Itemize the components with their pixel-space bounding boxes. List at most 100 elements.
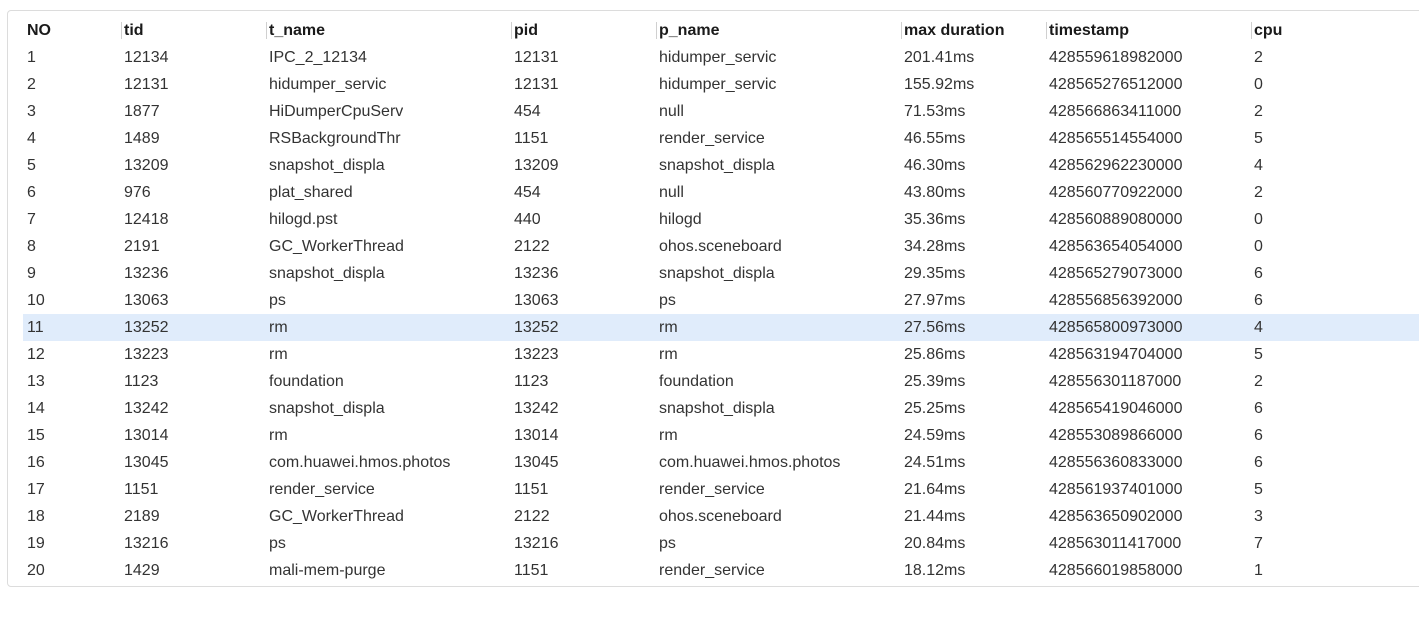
column-header-pid[interactable]: pid (511, 22, 538, 39)
cell-timestamp: 428560889080000 (1049, 211, 1183, 228)
cell-max-duration: 155.92ms (904, 76, 975, 93)
table-row[interactable]: 1 12134 IPC_2_12134 12131 hidumper_servic 201… (23, 44, 1419, 71)
table-row[interactable]: 6 976 plat_shared 454 null 43.80ms 42856077092… (23, 179, 1419, 206)
cell-p-name: ps (659, 292, 676, 309)
cell-p-name: null (659, 103, 684, 120)
cell-timestamp: 428556856392000 (1049, 292, 1183, 309)
results-panel: NO tid t_name pid p_name max duration ti… (7, 10, 1419, 587)
cell-t-name: render_service (269, 481, 375, 498)
cell-max-duration: 21.44ms (904, 508, 966, 525)
cell-t-name: snapshot_displa (269, 265, 385, 282)
cell-timestamp: 428565279073000 (1049, 265, 1183, 282)
table-row[interactable]: 17 1151 render_service 1151 render_service 21… (23, 476, 1419, 503)
cell-cpu: 2 (1254, 49, 1263, 66)
table-row[interactable]: 16 13045 com.huawei.hmos.photos 13045 com.hu… (23, 449, 1419, 476)
table-row[interactable]: 2 12131 hidumper_servic 12131 hidumper_servi… (23, 71, 1419, 98)
table-row[interactable]: 4 1489 RSBackgroundThr 1151 render_service 46… (23, 125, 1419, 152)
cell-t-name: mali-mem-purge (269, 562, 386, 579)
cell-tid: 12418 (124, 211, 169, 228)
cell-pid: 13236 (514, 265, 559, 282)
cell-no: 7 (27, 211, 36, 228)
table-row[interactable]: 20 1429 mali-mem-purge 1151 render_service 18… (23, 557, 1419, 584)
cell-cpu: 6 (1254, 292, 1263, 309)
cell-no: 14 (27, 400, 45, 417)
cell-timestamp: 428565800973000 (1049, 319, 1183, 336)
cell-tid: 1151 (124, 481, 159, 498)
table-row[interactable]: 12 13223 rm 13223 rm 25.86ms 428563194704000 5 (23, 341, 1419, 368)
cell-p-name: rm (659, 427, 678, 444)
cell-max-duration: 20.84ms (904, 535, 966, 552)
cell-t-name: rm (269, 346, 288, 363)
column-header-cpu[interactable]: cpu (1251, 22, 1282, 39)
cell-no: 2 (27, 76, 36, 93)
table-row[interactable]: 13 1123 foundation 1123 foundation 25.39ms 428… (23, 368, 1419, 395)
cell-timestamp: 428562962230000 (1049, 157, 1183, 174)
cell-no: 12 (27, 346, 45, 363)
cell-tid: 13242 (124, 400, 169, 417)
cell-pid: 12131 (514, 49, 559, 66)
cell-pid: 13242 (514, 400, 559, 417)
cell-timestamp: 428563654054000 (1049, 238, 1183, 255)
cell-pid: 454 (514, 184, 541, 201)
cell-cpu: 0 (1254, 76, 1263, 93)
table-row[interactable]: 19 13216 ps 13216 ps 20.84ms 428563011417000 7 (23, 530, 1419, 557)
table-row[interactable]: 15 13014 rm 13014 rm 24.59ms 428553089866000 6 (23, 422, 1419, 449)
table-header-row: NO tid t_name pid p_name max duration ti… (23, 17, 1419, 44)
cell-cpu: 2 (1254, 184, 1263, 201)
table-row[interactable]: 7 12418 hilogd.pst 440 hilogd 35.36ms 42856088… (23, 206, 1419, 233)
cell-no: 11 (27, 319, 44, 336)
table-row[interactable]: 5 13209 snapshot_displa 13209 snapshot_displ… (23, 152, 1419, 179)
column-header-max-duration[interactable]: max duration (901, 22, 1004, 39)
table-row[interactable]: 10 13063 ps 13063 ps 27.97ms 428556856392000 6 (23, 287, 1419, 314)
table-row[interactable]: 9 13236 snapshot_displa 13236 snapshot_displ… (23, 260, 1419, 287)
cell-max-duration: 24.59ms (904, 427, 966, 444)
table-row[interactable]: 3 1877 HiDumperCpuServ 454 null 71.53ms 428566… (23, 98, 1419, 125)
cell-tid: 13209 (124, 157, 169, 174)
cell-cpu: 6 (1254, 427, 1263, 444)
cell-max-duration: 34.28ms (904, 238, 966, 255)
table-row[interactable]: 11 13252 rm 13252 rm 27.56ms 428565800973000 4 (23, 314, 1419, 341)
table-row[interactable]: 8 2191 GC_WorkerThread 2122 ohos.sceneboard 3… (23, 233, 1419, 260)
cell-p-name: rm (659, 319, 678, 336)
cell-timestamp: 428566019858000 (1049, 562, 1183, 579)
cell-max-duration: 24.51ms (904, 454, 966, 471)
cell-cpu: 5 (1254, 346, 1263, 363)
cell-timestamp: 428565276512000 (1049, 76, 1183, 93)
column-header-p-name[interactable]: p_name (656, 22, 719, 39)
cell-t-name: foundation (269, 373, 344, 390)
cell-p-name: ps (659, 535, 676, 552)
cell-timestamp: 428563650902000 (1049, 508, 1183, 525)
cell-t-name: hilogd.pst (269, 211, 338, 228)
cell-cpu: 2 (1254, 373, 1263, 390)
cell-no: 20 (27, 562, 45, 579)
cell-max-duration: 25.25ms (904, 400, 966, 417)
cell-tid: 976 (124, 184, 151, 201)
cell-max-duration: 71.53ms (904, 103, 966, 120)
cell-tid: 12134 (124, 49, 169, 66)
cell-p-name: com.huawei.hmos.photos (659, 454, 841, 471)
cell-pid: 2122 (514, 508, 550, 525)
table-row[interactable]: 18 2189 GC_WorkerThread 2122 ohos.sceneboard… (23, 503, 1419, 530)
column-header-t-name[interactable]: t_name (266, 22, 325, 39)
column-header-no[interactable]: NO (27, 17, 51, 44)
cell-max-duration: 46.55ms (904, 130, 966, 147)
column-header-tid[interactable]: tid (121, 22, 144, 39)
cell-max-duration: 27.56ms (904, 319, 966, 336)
cell-no: 4 (27, 130, 36, 147)
cell-pid: 13252 (514, 319, 559, 336)
cell-cpu: 5 (1254, 481, 1263, 498)
cell-pid: 13209 (514, 157, 559, 174)
column-header-timestamp[interactable]: timestamp (1046, 22, 1129, 39)
cell-p-name: render_service (659, 481, 765, 498)
cell-t-name: snapshot_displa (269, 400, 385, 417)
cell-timestamp: 428556301187000 (1049, 373, 1182, 390)
cell-cpu: 6 (1254, 454, 1263, 471)
cell-tid: 1429 (124, 562, 160, 579)
cell-no: 3 (27, 103, 36, 120)
cell-tid: 13236 (124, 265, 169, 282)
table-row[interactable]: 14 13242 snapshot_displa 13242 snapshot_disp… (23, 395, 1419, 422)
cell-pid: 13223 (514, 346, 559, 363)
cell-cpu: 1 (1254, 562, 1263, 579)
cell-no: 10 (27, 292, 45, 309)
cell-timestamp: 428563011417000 (1049, 535, 1182, 552)
